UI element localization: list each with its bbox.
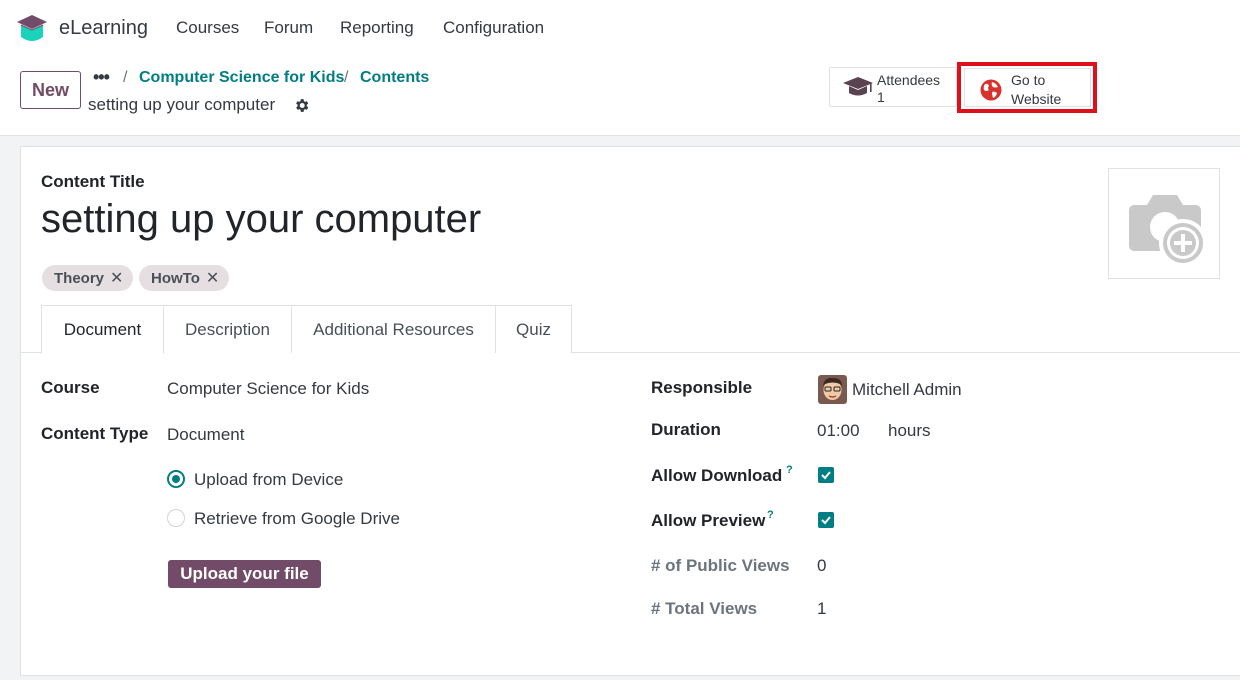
go-to-website-button[interactable]: Go to Website	[957, 62, 1097, 113]
radio-label-google-drive[interactable]: Retrieve from Google Drive	[194, 509, 400, 529]
website-label-line1: Go to	[1011, 72, 1046, 88]
tab-quiz[interactable]: Quiz	[495, 305, 572, 353]
top-navbar: eLearning Courses Forum Reporting Config…	[0, 0, 1240, 58]
total-views-label: # Total Views	[651, 599, 758, 618]
form-sheet: Content Title setting up your computer T…	[20, 146, 1240, 676]
upload-file-button[interactable]: Upload your file	[168, 560, 321, 588]
breadcrumb-separator: /	[344, 69, 349, 86]
breadcrumb-course[interactable]: Computer Science for Kids	[139, 69, 344, 87]
tag-label: Theory	[54, 269, 105, 287]
attendees-label: Attendees	[877, 72, 941, 88]
breadcrumb-current-record: setting up your computer	[88, 95, 276, 114]
checkbox-checked-icon	[821, 471, 831, 480]
help-icon[interactable]: ?	[786, 464, 793, 476]
tab-additional-resources[interactable]: Additional Resources	[291, 305, 496, 353]
duration-unit: hours	[888, 421, 931, 440]
attendees-stat-button[interactable]: Attendees 1	[829, 67, 957, 107]
tag-howto[interactable]: HowTo ✕	[139, 265, 230, 291]
public-views-value: 0	[817, 556, 827, 575]
image-upload-field[interactable]	[1108, 168, 1220, 279]
radio-upload-from-device[interactable]	[167, 470, 185, 488]
camera-add-icon	[1129, 195, 1207, 267]
tag-theory[interactable]: Theory ✕	[42, 265, 134, 291]
allow-download-checkbox[interactable]	[818, 467, 834, 483]
tab-description[interactable]: Description	[163, 305, 292, 353]
close-icon[interactable]: ✕	[110, 268, 123, 288]
attendees-count: 1	[877, 89, 885, 105]
close-icon[interactable]: ✕	[206, 268, 219, 288]
avatar	[818, 375, 847, 404]
go-to-website-inner[interactable]: Go to Website	[964, 68, 1091, 107]
breadcrumb-more-icon[interactable]: •••	[93, 67, 110, 88]
public-views-label: # of Public Views	[651, 556, 790, 575]
duration-label: Duration	[651, 420, 721, 439]
content-type-field[interactable]: Document	[167, 425, 244, 445]
allow-preview-label: Allow Preview	[651, 511, 766, 530]
breadcrumb-contents[interactable]: Contents	[360, 69, 429, 87]
app-name[interactable]: eLearning	[59, 17, 148, 40]
help-icon[interactable]: ?	[767, 509, 774, 521]
content-title-input[interactable]: setting up your computer	[41, 197, 481, 242]
tab-document[interactable]: Document	[41, 305, 164, 354]
gear-icon[interactable]	[293, 97, 310, 114]
tag-label: HowTo	[151, 269, 200, 287]
menu-configuration[interactable]: Configuration	[443, 18, 544, 38]
graduation-cap-icon	[843, 77, 873, 96]
course-field[interactable]: Computer Science for Kids	[167, 379, 369, 399]
new-button[interactable]: New	[20, 71, 81, 109]
breadcrumb-separator: /	[123, 69, 128, 86]
globe-icon	[980, 79, 1002, 101]
website-label-line2: Website	[1011, 91, 1062, 107]
responsible-label: Responsible	[651, 378, 753, 397]
total-views-value: 1	[817, 599, 827, 618]
responsible-field[interactable]: Mitchell Admin	[852, 380, 962, 400]
radio-google-drive[interactable]	[167, 509, 185, 527]
checkbox-checked-icon	[821, 516, 831, 525]
control-panel: New ••• / Computer Science for Kids / Co…	[0, 58, 1240, 136]
course-label: Course	[41, 378, 100, 397]
menu-reporting[interactable]: Reporting	[340, 18, 414, 38]
graduation-cap-icon[interactable]	[15, 13, 49, 45]
allow-download-label: Allow Download	[651, 466, 783, 485]
content-title-label: Content Title	[41, 172, 145, 191]
content-type-label: Content Type	[41, 424, 149, 443]
duration-field[interactable]: 01:00	[817, 421, 860, 441]
radio-label-upload[interactable]: Upload from Device	[194, 470, 343, 490]
allow-preview-checkbox[interactable]	[818, 512, 834, 528]
menu-forum[interactable]: Forum	[264, 18, 313, 38]
menu-courses[interactable]: Courses	[176, 18, 239, 38]
